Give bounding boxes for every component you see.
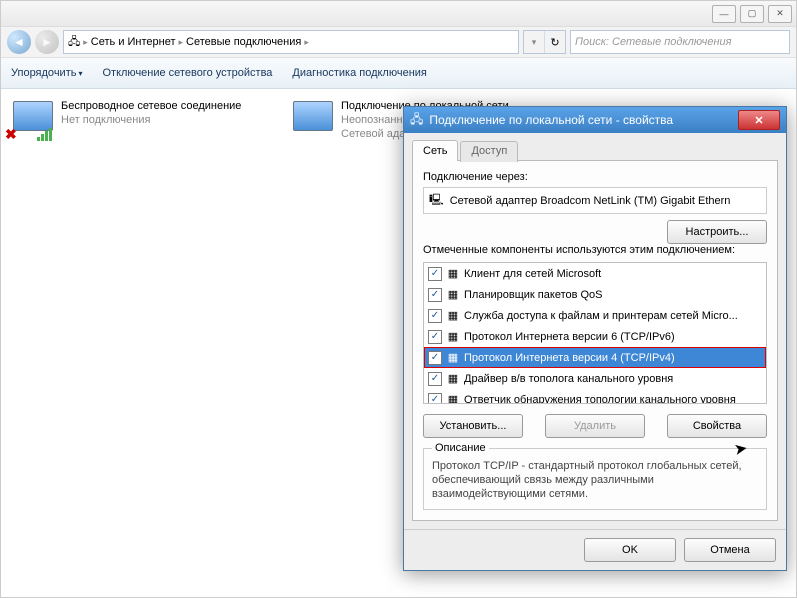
- component-item[interactable]: ✓ ▦ Протокол Интернета версии 6 (TCP/IPv6): [424, 326, 766, 347]
- component-icon: ▦: [446, 393, 460, 405]
- dialog-close-button[interactable]: ✕: [738, 110, 780, 130]
- checkbox[interactable]: ✓: [428, 351, 442, 365]
- control-panel-icon: 🖧: [68, 33, 80, 52]
- forward-button[interactable]: ►: [35, 30, 59, 54]
- diagnose-button[interactable]: Диагностика подключения: [292, 67, 426, 79]
- checkbox[interactable]: ✓: [428, 372, 442, 386]
- disable-device-button[interactable]: Отключение сетевого устройства: [102, 67, 272, 79]
- lan-icon: [291, 99, 333, 141]
- breadcrumb-item[interactable]: Сетевые подключения: [186, 36, 301, 48]
- address-buttons: ▾ ↻: [523, 30, 566, 54]
- dialog-footer: OK Отмена: [404, 529, 786, 570]
- properties-dialog: 🖧 Подключение по локальной сети - свойст…: [403, 106, 787, 571]
- uninstall-button[interactable]: Удалить: [545, 414, 645, 438]
- dialog-titlebar[interactable]: 🖧 Подключение по локальной сети - свойст…: [404, 107, 786, 133]
- component-label: Ответчик обнаружения топологии канальног…: [464, 394, 736, 405]
- configure-button[interactable]: Настроить...: [667, 220, 767, 244]
- component-label: Планировщик пакетов QoS: [464, 289, 603, 301]
- adapter-icon: 🖳: [429, 191, 444, 210]
- adapter-name: Сетевой адаптер Broadcom NetLink (TM) Gi…: [450, 195, 731, 207]
- components-list[interactable]: ✓ ▦ Клиент для сетей Microsoft ✓ ▦ Планировщи…: [423, 262, 767, 404]
- command-toolbar: Упорядочить▾ Отключение сетевого устройс…: [1, 58, 796, 89]
- tab-sharing[interactable]: Доступ: [460, 141, 518, 162]
- description-group: Описание Протокол TCP/IP - стандартный п…: [423, 448, 767, 510]
- refresh-button[interactable]: ↻: [544, 31, 565, 53]
- tab-panel: Подключение через: 🖳 Сетевой адаптер Bro…: [412, 160, 778, 521]
- checkbox[interactable]: ✓: [428, 330, 442, 344]
- component-item[interactable]: ✓ ▦ Драйвер в/в тополога канального уровня: [424, 368, 766, 389]
- organize-menu[interactable]: Упорядочить▾: [11, 67, 82, 79]
- window-titlebar: — ▢ ✕: [1, 1, 796, 27]
- maximize-button[interactable]: ▢: [740, 5, 764, 23]
- component-label: Клиент для сетей Microsoft: [464, 268, 601, 280]
- close-button[interactable]: ✕: [768, 5, 792, 23]
- component-icon: ▦: [446, 288, 460, 302]
- component-icon: ▦: [446, 372, 460, 386]
- component-label: Драйвер в/в тополога канального уровня: [464, 373, 673, 385]
- minimize-button[interactable]: —: [712, 5, 736, 23]
- component-item[interactable]: ✓ ▦ Служба доступа к файлам и принтерам се…: [424, 305, 766, 326]
- component-icon: ▦: [446, 351, 460, 365]
- dialog-title-text: Подключение по локальной сети - свойства: [429, 113, 732, 127]
- search-placeholder-text: Поиск: Сетевые подключения: [575, 36, 732, 48]
- component-item[interactable]: ✓ ▦ Протокол Интернета версии 4 (TCP/IPv4): [424, 347, 766, 368]
- component-item[interactable]: ✓ ▦ Планировщик пакетов QoS: [424, 284, 766, 305]
- component-icon: ▦: [446, 309, 460, 323]
- cancel-button[interactable]: Отмена: [684, 538, 776, 562]
- description-text: Протокол TCP/IP - стандартный протокол г…: [432, 459, 758, 501]
- chevron-right-icon: ▸: [304, 37, 309, 48]
- checkbox[interactable]: ✓: [428, 393, 442, 405]
- description-title: Описание: [432, 442, 489, 454]
- component-item[interactable]: ✓ ▦ Клиент для сетей Microsoft: [424, 263, 766, 284]
- component-item[interactable]: ✓ ▦ Ответчик обнаружения топологии канальн…: [424, 389, 766, 404]
- component-label: Протокол Интернета версии 6 (TCP/IPv6): [464, 331, 675, 343]
- navigation-bar: ◄ ► 🖧 ▸ Сеть и Интернет ▸ Сетевые подклю…: [1, 27, 796, 58]
- dropdown-button[interactable]: ▾: [524, 31, 544, 53]
- checkbox[interactable]: ✓: [428, 309, 442, 323]
- breadcrumb-item[interactable]: Сеть и Интернет: [91, 36, 176, 48]
- adapter-field: 🖳 Сетевой адаптер Broadcom NetLink (TM) …: [423, 187, 767, 214]
- connection-status: Нет подключения: [61, 113, 241, 127]
- address-breadcrumb[interactable]: 🖧 ▸ Сеть и Интернет ▸ Сетевые подключени…: [63, 30, 519, 54]
- ok-button[interactable]: OK: [584, 538, 676, 562]
- search-input[interactable]: Поиск: Сетевые подключения: [570, 30, 790, 54]
- component-icon: ▦: [446, 267, 460, 281]
- checkbox[interactable]: ✓: [428, 267, 442, 281]
- connect-using-label: Подключение через:: [423, 171, 767, 183]
- chevron-right-icon: ▸: [83, 37, 88, 48]
- connection-name: Беспроводное сетевое соединение: [61, 99, 241, 113]
- checkbox[interactable]: ✓: [428, 288, 442, 302]
- tab-strip: Сеть Доступ: [404, 133, 786, 160]
- back-button[interactable]: ◄: [7, 30, 31, 54]
- component-icon: ▦: [446, 330, 460, 344]
- tab-network[interactable]: Сеть: [412, 140, 458, 161]
- wireless-icon: ✖: [11, 99, 53, 141]
- properties-button[interactable]: Свойства: [667, 414, 767, 438]
- chevron-right-icon: ▸: [179, 37, 184, 48]
- component-label: Протокол Интернета версии 4 (TCP/IPv4): [464, 352, 675, 364]
- install-button[interactable]: Установить...: [423, 414, 523, 438]
- connection-item-wireless[interactable]: ✖ Беспроводное сетевое соединение Нет по…: [11, 99, 271, 141]
- components-label: Отмеченные компоненты используются этим …: [423, 244, 767, 256]
- component-label: Служба доступа к файлам и принтерам сете…: [464, 310, 738, 322]
- network-icon: 🖧: [410, 110, 423, 131]
